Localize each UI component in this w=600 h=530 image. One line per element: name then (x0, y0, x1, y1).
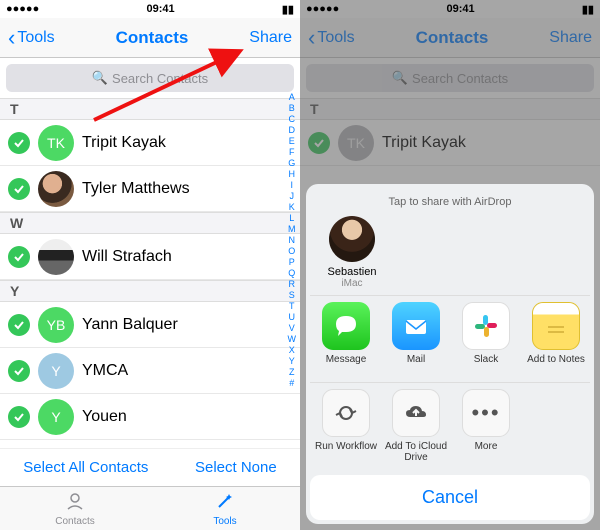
check-icon[interactable] (8, 314, 30, 336)
share-app-slack[interactable]: Slack (454, 302, 518, 376)
action-more[interactable]: ••• More (454, 389, 518, 463)
tab-tools[interactable]: Tools (150, 487, 300, 530)
avatar (329, 216, 375, 262)
contact-name: Yann Balquer (82, 316, 178, 334)
check-icon[interactable] (8, 246, 30, 268)
slack-icon (462, 302, 510, 350)
sheet-title: Tap to share with AirDrop (310, 192, 590, 216)
share-actions-row[interactable]: Run Workflow Add To iCloud Drive ••• Mor… (310, 382, 590, 469)
share-apps-row[interactable]: Message Mail Slack Add to Notes ID (310, 295, 590, 382)
check-icon[interactable] (8, 178, 30, 200)
list-item[interactable]: Will Strafach (0, 234, 300, 280)
chevron-left-icon: ‹ (8, 27, 15, 49)
action-icloud-drive[interactable]: Add To iCloud Drive (384, 389, 448, 463)
list-item[interactable]: Y Youen (0, 394, 300, 440)
section-header-t: T (0, 98, 300, 120)
select-none-button[interactable]: Select None (195, 459, 277, 476)
avatar (38, 239, 74, 275)
tab-contacts[interactable]: Contacts (0, 487, 150, 530)
more-icon: ••• (462, 389, 510, 437)
battery-icon: ▮▮ (282, 3, 294, 16)
contact-name: Tyler Matthews (82, 180, 190, 198)
sync-icon (322, 389, 370, 437)
share-button[interactable]: Share (249, 29, 292, 47)
alphabet-index[interactable]: ABCDEFGHIJKLMNOPQRSTUVWXYZ# (286, 92, 299, 389)
list-item[interactable]: Tyler Matthews (0, 166, 300, 212)
notes-icon (532, 302, 580, 350)
search-icon: 🔍 (92, 70, 108, 86)
contact-name: YMCA (82, 362, 128, 380)
avatar: Y (38, 399, 74, 435)
cloud-upload-icon (392, 389, 440, 437)
phone-right: ●●●●● 09:41 ▮▮ ‹Tools Contacts Share 🔍Se… (300, 0, 600, 530)
avatar (38, 171, 74, 207)
airdrop-target[interactable]: Sebastien iMac (316, 216, 388, 295)
section-header-y: Y (0, 280, 300, 302)
contacts-list: T TK Tripit Kayak Tyler Matthews W Will … (0, 98, 300, 440)
section-header-w: W (0, 212, 300, 234)
avatar: YB (38, 307, 74, 343)
person-icon (65, 491, 85, 514)
select-all-button[interactable]: Select All Contacts (23, 459, 148, 476)
share-app-mail[interactable]: Mail (384, 302, 448, 376)
avatar: TK (38, 125, 74, 161)
nav-bar: ‹ Tools Contacts Share (0, 18, 300, 58)
contact-name: Youen (82, 408, 127, 426)
action-run-workflow[interactable]: Run Workflow (314, 389, 378, 463)
page-title: Contacts (116, 28, 189, 48)
list-item[interactable]: TK Tripit Kayak (0, 120, 300, 166)
share-app-messages[interactable]: Message (314, 302, 378, 376)
list-item[interactable]: Y YMCA (0, 348, 300, 394)
phone-left: ●●●●● 09:41 ▮▮ ‹ Tools Contacts Share 🔍 … (0, 0, 300, 530)
mail-icon (392, 302, 440, 350)
status-time: 09:41 (146, 3, 174, 15)
list-item[interactable]: YB Yann Balquer (0, 302, 300, 348)
check-icon[interactable] (8, 360, 30, 382)
status-bar: ●●●●● 09:41 ▮▮ (0, 0, 300, 18)
wand-icon (215, 491, 235, 514)
contact-name: Tripit Kayak (82, 134, 166, 152)
share-sheet: Tap to share with AirDrop Sebastien iMac… (306, 184, 594, 524)
back-button[interactable]: ‹ Tools (8, 27, 55, 49)
check-icon[interactable] (8, 406, 30, 428)
check-icon[interactable] (8, 132, 30, 154)
share-app-notes[interactable]: Add to Notes (524, 302, 588, 376)
avatar: Y (38, 353, 74, 389)
contact-name: Will Strafach (82, 248, 172, 266)
messages-icon (322, 302, 370, 350)
cancel-button[interactable]: Cancel (310, 475, 590, 520)
bottom-actions: Select All Contacts Select None (0, 448, 300, 486)
search-input[interactable]: 🔍 Search Contacts (6, 64, 294, 92)
tab-bar: Contacts Tools (0, 486, 300, 530)
